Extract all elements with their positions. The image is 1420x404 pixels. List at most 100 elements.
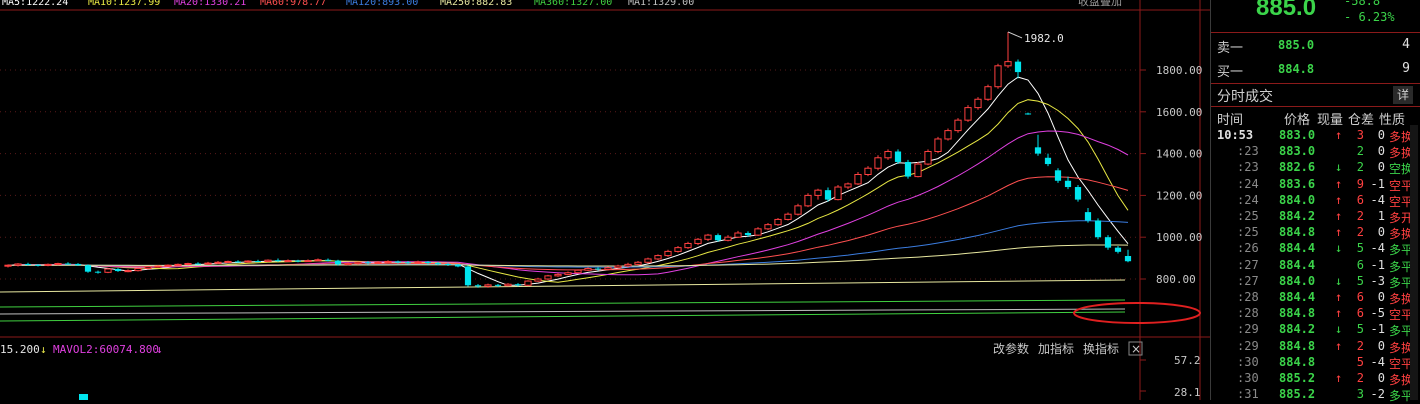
moving-average-line bbox=[8, 220, 1129, 268]
candle-body bbox=[194, 263, 202, 265]
down-arrow-icon: ↓ bbox=[1335, 322, 1343, 337]
candle-body bbox=[24, 263, 32, 265]
candle-body bbox=[1014, 61, 1022, 73]
trade-position-change: 0 bbox=[1377, 160, 1385, 175]
candle-body bbox=[844, 183, 852, 188]
candle-body bbox=[944, 130, 952, 140]
trade-price: 884.0 bbox=[1279, 192, 1316, 207]
ma-legend-item: MA60:978.77 bbox=[260, 0, 326, 8]
trade-volume: 2 bbox=[1356, 209, 1364, 223]
candle-body bbox=[1034, 147, 1042, 154]
candle-body bbox=[694, 238, 702, 244]
candle-body bbox=[774, 218, 782, 226]
trade-price: 884.4 bbox=[1279, 290, 1316, 304]
trade-position-change: -5 bbox=[1370, 306, 1385, 321]
trade-row: :25 884.2 ↑ 2 1 多开 bbox=[1211, 209, 1420, 225]
candle-body bbox=[304, 260, 312, 263]
candle-body bbox=[644, 258, 652, 263]
candle-body bbox=[834, 186, 842, 201]
trade-volume: 3 bbox=[1356, 387, 1364, 402]
candle-body bbox=[1094, 220, 1102, 238]
candle-body bbox=[434, 263, 442, 265]
candle-body bbox=[714, 235, 722, 241]
candle-body bbox=[884, 151, 892, 159]
down-arrow-icon: ↓ bbox=[1335, 241, 1343, 256]
up-arrow-icon: ↑ bbox=[1335, 192, 1343, 207]
candle-body bbox=[214, 261, 222, 264]
trade-position-change: 0 bbox=[1377, 371, 1385, 385]
trade-price: 884.4 bbox=[1279, 257, 1316, 272]
trade-time: :26 bbox=[1237, 241, 1259, 256]
down-arrow-icon: ↓ bbox=[40, 343, 47, 356]
trade-position-change: -4 bbox=[1370, 192, 1385, 207]
candle-body bbox=[854, 174, 862, 185]
close-icon[interactable]: × bbox=[1131, 342, 1141, 356]
trade-row: :23 882.6 ↓ 2 0 空换 bbox=[1211, 160, 1420, 176]
trade-position-change: 0 bbox=[1377, 225, 1385, 240]
trade-price: 883.0 bbox=[1279, 144, 1316, 159]
candle-body bbox=[554, 273, 562, 277]
trade-time: :24 bbox=[1237, 176, 1259, 191]
trade-position-change: 1 bbox=[1377, 209, 1385, 223]
candle-body bbox=[864, 167, 872, 175]
candle-body bbox=[784, 213, 792, 220]
candle-body bbox=[234, 261, 242, 263]
ma-legend-item: MA120:893.00 bbox=[346, 0, 418, 8]
change-params-button[interactable]: 改参数 bbox=[993, 341, 1029, 356]
candle-body bbox=[824, 190, 832, 200]
max-price-label: 1982.0 bbox=[1024, 32, 1064, 45]
candle-body bbox=[244, 260, 252, 263]
trade-volume: 2 bbox=[1356, 160, 1364, 175]
scrollbar[interactable] bbox=[1410, 125, 1418, 400]
candle-body bbox=[334, 260, 342, 265]
candle-body bbox=[504, 283, 512, 287]
trade-position-change: 0 bbox=[1377, 338, 1385, 353]
candle-body bbox=[1074, 187, 1082, 200]
up-arrow-icon: ↑ bbox=[1335, 371, 1343, 385]
candle-body bbox=[64, 263, 72, 265]
trade-position-change: -2 bbox=[1370, 387, 1385, 402]
candle-body bbox=[14, 263, 22, 266]
ma-legend-item: MA360:1327.00 bbox=[534, 0, 612, 8]
candle-body bbox=[1024, 113, 1032, 115]
candle-body bbox=[1084, 212, 1092, 221]
max-price-pointer bbox=[1007, 31, 1023, 39]
switch-indicator-button[interactable]: 换指标 bbox=[1083, 341, 1119, 356]
add-indicator-button[interactable]: 加指标 bbox=[1038, 341, 1074, 356]
trade-price: 884.8 bbox=[1279, 306, 1316, 321]
candle-body bbox=[274, 260, 282, 262]
moving-average-line bbox=[8, 244, 1129, 267]
volume-legend-item: MAVOL2:60074.800 bbox=[53, 343, 159, 356]
divider bbox=[1211, 83, 1420, 84]
trade-row: :28 884.4 ↑ 6 0 多换 bbox=[1211, 290, 1420, 306]
up-arrow-icon: ↑ bbox=[1335, 225, 1343, 240]
ma-legend-item: MA10:1237.99 bbox=[88, 0, 160, 8]
trade-row: :26 884.4 ↓ 5 -4 多平 bbox=[1211, 241, 1420, 257]
trade-volume: 2 bbox=[1356, 144, 1364, 159]
candle-body bbox=[204, 262, 212, 265]
header-time: 时间 bbox=[1217, 112, 1244, 127]
candle-body bbox=[514, 284, 522, 286]
trade-position-change: -1 bbox=[1370, 257, 1385, 272]
candle-body bbox=[414, 261, 422, 264]
candle-body bbox=[424, 261, 432, 264]
trade-volume: 5 bbox=[1356, 354, 1364, 369]
candle-body bbox=[704, 234, 712, 240]
trade-row: :25 884.8 ↑ 2 0 多换 bbox=[1211, 225, 1420, 241]
trade-row: :29 884.8 ↑ 2 0 多换 bbox=[1211, 339, 1420, 355]
divider bbox=[1211, 32, 1420, 33]
candle-body bbox=[344, 263, 352, 266]
candle-body bbox=[284, 260, 292, 263]
detail-button[interactable]: 详 bbox=[1393, 86, 1413, 104]
down-arrow-icon: ↓ bbox=[1335, 160, 1343, 175]
trade-price: 884.0 bbox=[1279, 273, 1316, 288]
trade-volume: 5 bbox=[1356, 322, 1364, 337]
up-arrow-icon: ↑ bbox=[1335, 209, 1343, 223]
up-arrow-icon: ↑ bbox=[1335, 176, 1343, 191]
ask-volume: 4 bbox=[1402, 37, 1410, 52]
header-position: 仓差 bbox=[1348, 112, 1375, 127]
trade-time: :27 bbox=[1237, 257, 1259, 272]
candle-body bbox=[794, 205, 802, 215]
candle-body bbox=[384, 260, 392, 263]
ask-price: 885.0 bbox=[1278, 38, 1315, 52]
